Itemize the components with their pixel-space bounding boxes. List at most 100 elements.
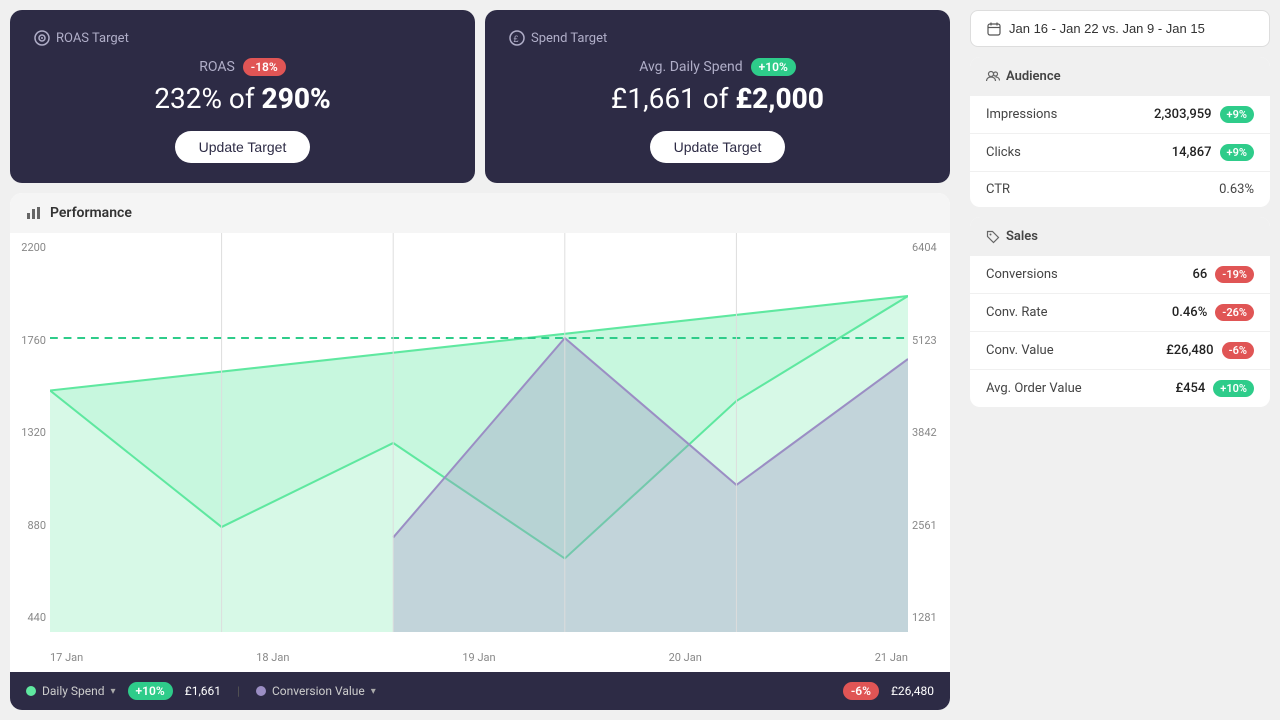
conversion-dot <box>256 686 266 696</box>
date-19jan: 19 Jan <box>462 651 495 664</box>
chart-footer: Daily Spend ▾ +10% £1,661 | Conversion V… <box>10 672 950 710</box>
ctr-label: CTR <box>986 182 1219 197</box>
audience-section: Audience Impressions 2,303,959 +9% Click… <box>970 57 1270 207</box>
metric-row-impressions: Impressions 2,303,959 +9% <box>970 96 1270 134</box>
daily-spend-label[interactable]: Daily Spend <box>42 684 105 698</box>
clicks-label: Clicks <box>986 145 1172 160</box>
bar-chart-icon <box>26 205 42 221</box>
conv-value-label: Conv. Value <box>986 343 1166 358</box>
conversion-value-badge: -6% <box>843 682 879 700</box>
avg-order-label: Avg. Order Value <box>986 381 1175 396</box>
chart-container: 2200 1760 1320 880 440 6404 5123 3842 25… <box>10 233 950 672</box>
audience-icon <box>986 70 1000 84</box>
svg-text:£: £ <box>514 34 519 44</box>
label-3842: 3842 <box>912 426 950 439</box>
label-1320: 1320 <box>10 426 46 439</box>
conversion-chevron: ▾ <box>371 686 376 697</box>
sales-title: Sales <box>1006 229 1038 244</box>
impressions-value: 2,303,959 <box>1154 107 1212 122</box>
date-18jan: 18 Jan <box>256 651 289 664</box>
roas-update-button[interactable]: Update Target <box>175 131 311 163</box>
legend-daily-spend[interactable]: Daily Spend ▾ <box>26 684 116 698</box>
performance-header: Performance <box>10 193 950 233</box>
audience-header: Audience <box>970 57 1270 96</box>
conversions-label: Conversions <box>986 267 1193 282</box>
label-440: 440 <box>10 611 46 624</box>
legend-conversion-value[interactable]: Conversion Value ▾ <box>256 684 376 698</box>
label-1760: 1760 <box>10 334 46 347</box>
date-17jan: 17 Jan <box>50 651 83 664</box>
chart-date-labels: 17 Jan 18 Jan 19 Jan 20 Jan 21 Jan <box>50 651 908 664</box>
conv-rate-value: 0.46% <box>1172 305 1207 320</box>
spend-badge: +10% <box>751 58 796 76</box>
roas-value-bold: 290% <box>262 82 331 115</box>
metric-row-clicks: Clicks 14,867 +9% <box>970 134 1270 172</box>
audience-title: Audience <box>1006 69 1061 84</box>
metric-row-ctr: CTR 0.63% <box>970 172 1270 207</box>
conversion-value-label[interactable]: Conversion Value <box>272 684 365 698</box>
chart-svg <box>50 233 908 632</box>
calendar-icon <box>987 22 1001 36</box>
right-panel: Jan 16 - Jan 22 vs. Jan 9 - Jan 15 Audie… <box>960 0 1280 720</box>
daily-spend-value: £1,661 <box>185 684 221 698</box>
label-6404: 6404 <box>912 241 950 254</box>
metric-row-avg-order: Avg. Order Value £454 +10% <box>970 370 1270 407</box>
conv-rate-label: Conv. Rate <box>986 305 1172 320</box>
conversion-value-amount: £26,480 <box>891 684 934 698</box>
daily-spend-badge: +10% <box>128 682 173 700</box>
cards-row: ROAS Target ROAS -18% 232% of 290% Updat… <box>10 10 950 183</box>
avg-order-value: £454 <box>1175 381 1205 396</box>
left-panel: ROAS Target ROAS -18% 232% of 290% Updat… <box>0 0 960 720</box>
label-2200: 2200 <box>10 241 46 254</box>
spend-value-bold: £2,000 <box>735 82 824 115</box>
spend-update-button[interactable]: Update Target <box>650 131 786 163</box>
chart-left-labels: 2200 1760 1320 880 440 <box>10 233 50 632</box>
spend-metric-row: Avg. Daily Spend +10% <box>639 58 796 76</box>
roas-main-value: 232% of 290% <box>154 82 331 115</box>
clicks-value: 14,867 <box>1172 145 1212 160</box>
performance-section: Performance 2200 1760 1320 880 440 6404 … <box>10 193 950 710</box>
roas-metric-label: ROAS <box>199 59 235 75</box>
daily-spend-chevron: ▾ <box>111 686 116 697</box>
spend-target-card: £ Spend Target Avg. Daily Spend +10% £1,… <box>485 10 950 183</box>
legend-separator: | <box>237 684 240 698</box>
metric-row-conversions: Conversions 66 -19% <box>970 256 1270 294</box>
label-1281: 1281 <box>912 611 950 624</box>
sales-section: Sales Conversions 66 -19% Conv. Rate 0.4… <box>970 217 1270 407</box>
conversions-value: 66 <box>1193 267 1208 282</box>
performance-title: Performance <box>50 205 132 221</box>
target-icon <box>34 30 50 46</box>
sales-header: Sales <box>970 217 1270 256</box>
metric-row-conv-value: Conv. Value £26,480 -6% <box>970 332 1270 370</box>
spend-metric-label: Avg. Daily Spend <box>639 59 742 75</box>
roas-card-title: ROAS Target <box>34 30 129 46</box>
roas-metric-row: ROAS -18% <box>199 58 286 76</box>
daily-spend-dot <box>26 686 36 696</box>
impressions-badge: +9% <box>1220 106 1254 123</box>
date-21jan: 21 Jan <box>875 651 908 664</box>
chart-svg-area <box>50 233 908 632</box>
conv-value-value: £26,480 <box>1166 343 1214 358</box>
clicks-badge: +9% <box>1220 144 1254 161</box>
metric-row-conv-rate: Conv. Rate 0.46% -26% <box>970 294 1270 332</box>
roas-title-text: ROAS Target <box>56 31 129 46</box>
roas-badge: -18% <box>243 58 286 76</box>
ctr-value: 0.63% <box>1219 182 1254 197</box>
date-20jan: 20 Jan <box>669 651 702 664</box>
chart-right-labels: 6404 5123 3842 2561 1281 <box>908 233 950 632</box>
date-range-text: Jan 16 - Jan 22 vs. Jan 9 - Jan 15 <box>1009 21 1205 36</box>
spend-icon: £ <box>509 30 525 46</box>
label-880: 880 <box>10 519 46 532</box>
spend-title-text: Spend Target <box>531 31 607 46</box>
conv-value-badge: -6% <box>1222 342 1254 359</box>
spend-value-prefix: £1,661 of <box>611 82 735 115</box>
roas-target-card: ROAS Target ROAS -18% 232% of 290% Updat… <box>10 10 475 183</box>
conversions-badge: -19% <box>1215 266 1254 283</box>
tag-icon <box>986 230 1000 244</box>
spend-card-title: £ Spend Target <box>509 30 607 46</box>
impressions-label: Impressions <box>986 107 1154 122</box>
label-2561: 2561 <box>912 519 950 532</box>
date-range-button[interactable]: Jan 16 - Jan 22 vs. Jan 9 - Jan 15 <box>970 10 1270 47</box>
spend-main-value: £1,661 of £2,000 <box>611 82 824 115</box>
conv-rate-badge: -26% <box>1215 304 1254 321</box>
